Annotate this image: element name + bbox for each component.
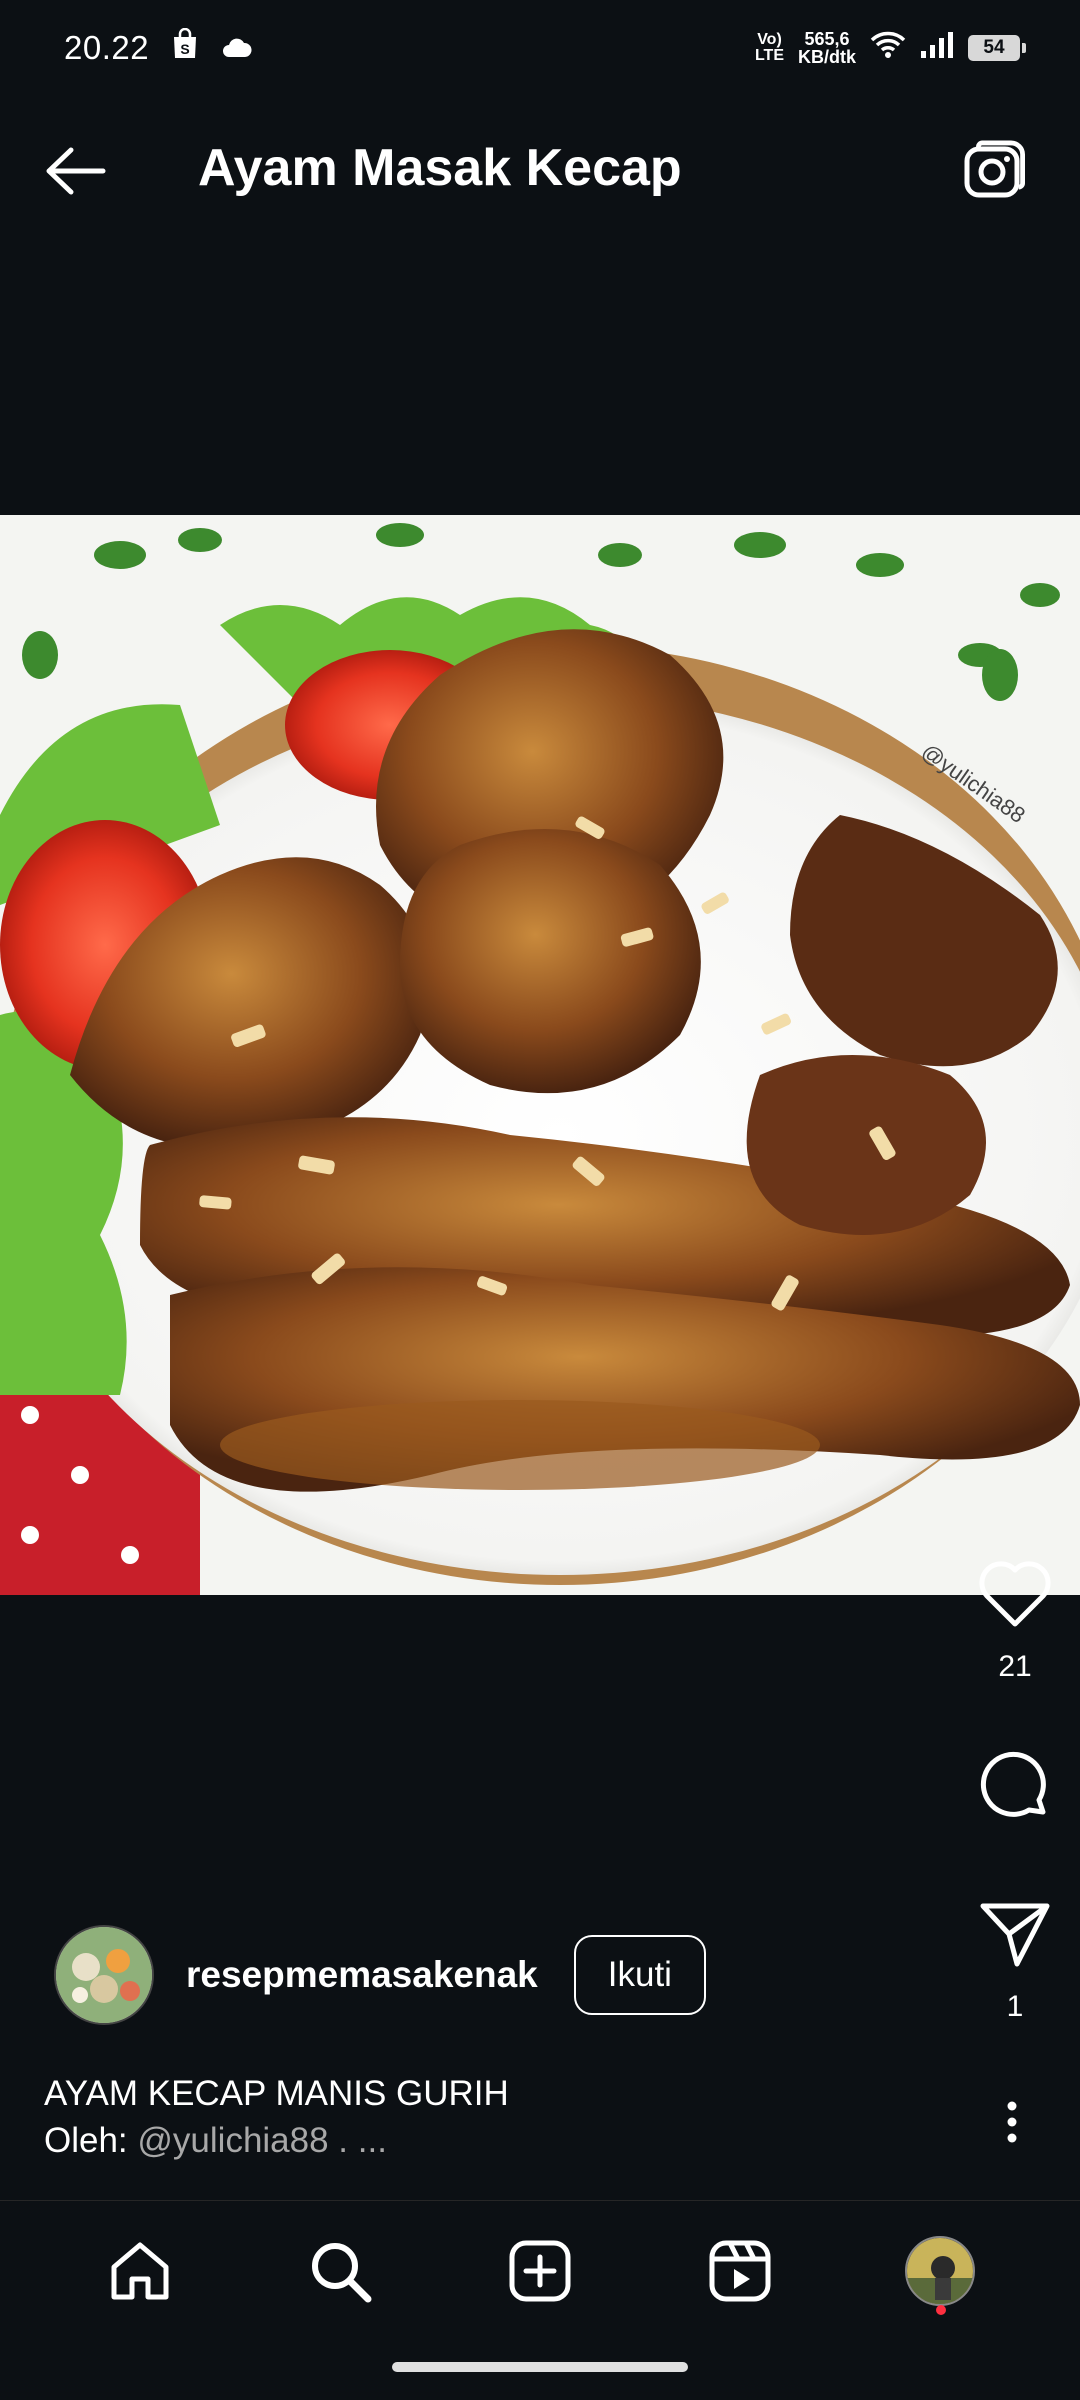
shopping-bag-icon: S [171, 27, 199, 68]
speed-value: 565,6 [804, 29, 850, 49]
caption-more[interactable]: . ... [329, 2121, 387, 2160]
network-speed: 565,6 KB/dtk [798, 30, 856, 66]
nav-create[interactable] [490, 2221, 590, 2321]
battery-indicator: 54 [968, 35, 1026, 61]
reels-icon [709, 2240, 771, 2301]
signal-icon [920, 30, 954, 67]
status-bar: 20.22 S Vo) LTE 565,6 KB/dtk 54 [0, 0, 1080, 96]
comment-action [950, 1750, 1080, 1826]
post-caption[interactable]: AYAM KECAP MANIS GURIH Oleh: @yulichia88… [44, 2070, 509, 2164]
back-button[interactable] [40, 141, 110, 201]
status-time: 20.22 [64, 29, 150, 66]
author-username[interactable]: resepmemasakenak [186, 1954, 538, 1996]
volte-indicator: Vo) LTE [755, 32, 784, 64]
volte-label: Vo) [757, 31, 782, 48]
share-count: 1 [1006, 1990, 1024, 2023]
cloud-icon [221, 30, 253, 67]
home-indicator[interactable] [392, 2362, 688, 2372]
nav-home[interactable] [90, 2221, 190, 2321]
caption-title: AYAM KECAP MANIS GURIH [44, 2074, 509, 2113]
status-right: Vo) LTE 565,6 KB/dtk 54 [755, 30, 1026, 67]
nav-search[interactable] [290, 2221, 390, 2321]
author-avatar[interactable] [54, 1925, 154, 2025]
lte-label: LTE [754, 47, 784, 64]
like-count[interactable]: 21 [998, 1650, 1031, 1684]
bottom-navigation [0, 2200, 1080, 2340]
camera-icon [964, 140, 1026, 198]
food-photo: @yulichia88 [0, 515, 1080, 1595]
profile-avatar [905, 2235, 975, 2306]
send-icon[interactable] [977, 1900, 1053, 1968]
caption-handle[interactable]: @yulichia88 [137, 2121, 328, 2160]
svg-text:S: S [180, 41, 189, 57]
share-action: 1 [950, 1900, 1080, 2024]
post-image[interactable]: @yulichia88 [0, 515, 1080, 1595]
arrow-left-icon [46, 147, 106, 195]
more-options-button[interactable] [992, 2092, 1032, 2152]
plus-square-icon [509, 2240, 571, 2301]
follow-button[interactable]: Ikuti [573, 1935, 706, 2015]
wifi-icon [870, 30, 906, 67]
caption-credit: Oleh: @yulichia88 . ... [44, 2117, 509, 2164]
like-action: 21 [950, 1560, 1080, 1684]
top-navigation: Ayam Masak Kecap [0, 96, 1080, 246]
nav-profile[interactable] [890, 2221, 990, 2321]
nav-reels[interactable] [690, 2221, 790, 2321]
author-row: resepmemasakenak Ikuti [54, 1925, 706, 2025]
status-left: 20.22 S [64, 27, 253, 68]
camera-button[interactable] [960, 136, 1030, 206]
speed-unit: KB/dtk [798, 47, 856, 67]
search-icon [312, 2242, 372, 2302]
comment-icon[interactable] [977, 1750, 1053, 1826]
heart-icon[interactable] [977, 1560, 1053, 1628]
notification-dot [936, 2304, 946, 2315]
page-title: Ayam Masak Kecap [198, 139, 682, 197]
more-vertical-icon [1007, 2101, 1017, 2143]
home-icon [111, 2242, 169, 2299]
caption-prefix: Oleh: [44, 2121, 138, 2160]
